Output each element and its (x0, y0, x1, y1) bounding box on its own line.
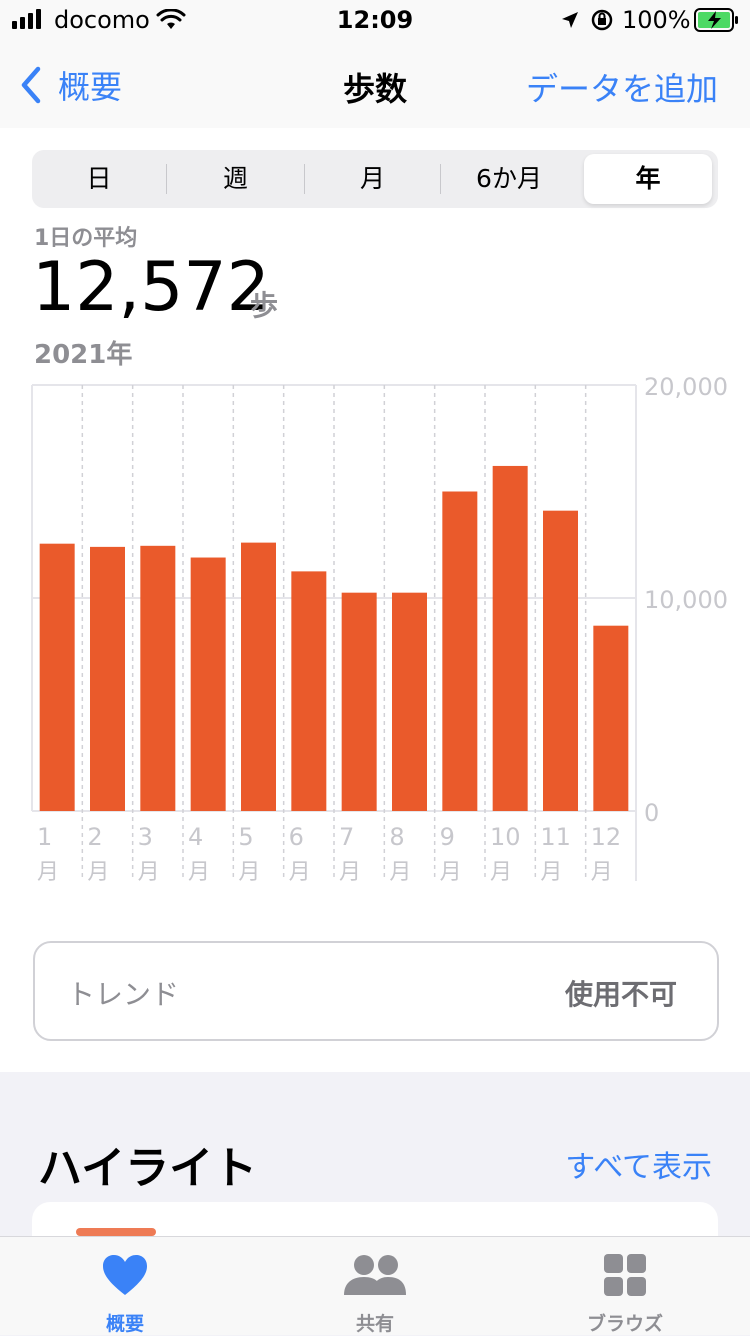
bar-8 (392, 592, 427, 811)
segment-six-months[interactable]: 6か月 (441, 154, 577, 204)
x-tick-label-number: 4 (188, 823, 203, 851)
x-tick-label-month: 月 (490, 860, 512, 885)
x-tick-label-number: 12 (591, 823, 622, 851)
trend-label: トレンド (67, 978, 180, 1011)
x-tick-label-month: 月 (389, 860, 411, 885)
x-tick-label-month: 月 (188, 860, 210, 885)
add-data-button[interactable]: データを追加 (526, 64, 718, 110)
tab-sharing[interactable]: 共有 (250, 1237, 500, 1335)
period-segmented-control: 日 週 月 6か月 年 (32, 150, 718, 208)
rotation-lock-icon (591, 9, 613, 31)
bar-9 (442, 491, 478, 811)
y-tick-label: 0 (644, 799, 659, 827)
x-tick-label-number: 3 (138, 823, 153, 851)
bar-2 (90, 546, 125, 811)
tab-label: 共有 (355, 1313, 394, 1335)
x-tick-label-month: 月 (87, 860, 109, 885)
segment-month[interactable]: 月 (305, 154, 440, 204)
tab-browse[interactable]: ブラウズ (500, 1237, 750, 1335)
location-arrow-icon (562, 12, 578, 28)
x-tick-label-month: 月 (540, 860, 562, 885)
x-tick-label-month: 月 (339, 860, 361, 885)
daily-average-value: 12,572 (32, 248, 270, 327)
bar-5 (241, 542, 276, 811)
segment-week[interactable]: 週 (167, 154, 304, 204)
tab-label: ブラウズ (586, 1313, 663, 1335)
y-tick-label: 20,000 (644, 373, 728, 401)
highlight-card-peek (76, 1228, 156, 1236)
bar-7 (341, 592, 377, 811)
bar-12 (593, 625, 629, 811)
highlights-heading: ハイライト (38, 1143, 258, 1194)
bar-4 (190, 557, 226, 811)
grid-icon (604, 1254, 646, 1296)
tab-label: 概要 (105, 1313, 144, 1335)
x-tick-label-number: 6 (289, 823, 304, 851)
steps-unit: 歩 (250, 289, 279, 322)
x-tick-label-number: 9 (440, 823, 455, 851)
trend-row[interactable]: トレンド 使用不可 (33, 941, 719, 1041)
x-tick-label-number: 8 (389, 823, 404, 851)
segment-year[interactable]: 年 (584, 154, 712, 204)
bar-6 (291, 571, 327, 811)
x-tick-label-number: 1 (37, 823, 52, 851)
battery-percentage: 100% (622, 6, 691, 34)
x-tick-label-month: 月 (238, 860, 260, 885)
tab-summary[interactable]: 概要 (0, 1237, 250, 1335)
show-all-link[interactable]: すべて表示 (565, 1142, 712, 1186)
bar-1 (39, 543, 75, 811)
x-tick-label-number: 10 (490, 823, 521, 851)
x-tick-label-month: 月 (289, 860, 311, 885)
heart-icon (103, 1255, 147, 1295)
bar-10 (492, 465, 528, 811)
x-tick-label-number: 2 (87, 823, 102, 851)
x-tick-label-number: 5 (238, 823, 253, 851)
people-icon (344, 1255, 406, 1295)
bar-11 (543, 510, 578, 811)
x-tick-label-number: 7 (339, 823, 354, 851)
battery-charging-icon (694, 8, 738, 32)
navigation-bar: 概要 歩数 データを追加 (0, 40, 750, 128)
status-bar: docomo 12:09 100% (0, 0, 750, 40)
period-label: 2021年 (34, 340, 133, 370)
segment-day[interactable]: 日 (32, 154, 166, 204)
x-tick-label-month: 月 (591, 860, 613, 885)
tab-bar: 概要 共有 ブラウズ (0, 1236, 750, 1335)
bar-3 (140, 545, 176, 811)
x-tick-label-month: 月 (440, 860, 462, 885)
trend-status: 使用不可 (564, 978, 677, 1011)
x-tick-label-month: 月 (138, 860, 160, 885)
x-tick-label-month: 月 (37, 860, 59, 885)
y-tick-label: 10,000 (644, 586, 728, 614)
steps-bar-chart[interactable]: 0 10,000 20,000 1 月 2 月 3 月 4 月 5 月 6 月 7 月 8 月 9 月 10 月 11 月 12 月 (0, 370, 750, 890)
x-tick-label-number: 11 (540, 823, 571, 851)
